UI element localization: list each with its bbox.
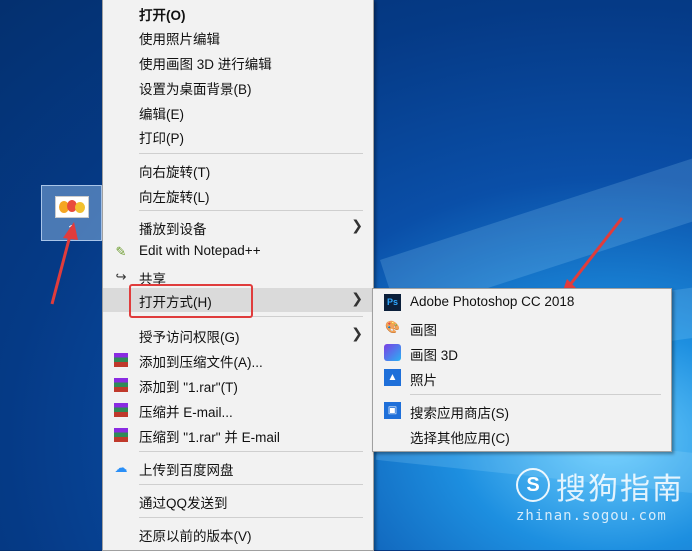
menu-item-label: 播放到设备 (139, 222, 207, 237)
submenu-item-choose-other[interactable]: 选择其他应用(C) (373, 424, 671, 448)
menu-item-compress-rar-email[interactable]: 压缩到 "1.rar" 并 E-mail (103, 423, 373, 447)
context-menu: 打开(O) 使用照片编辑 使用画图 3D 进行编辑 设置为桌面背景(B) 编辑(… (102, 0, 374, 551)
menu-item-label: 上传到百度网盘 (139, 463, 234, 478)
open-with-submenu: Ps Adobe Photoshop CC 2018 🎨 画图 画图 3D ▲ 照片 … (372, 288, 672, 452)
annotation-arrowhead-left (63, 222, 78, 240)
submenu-item-photoshop[interactable]: Ps Adobe Photoshop CC 2018 (373, 291, 671, 315)
menu-item-add-to-archive[interactable]: 添加到压缩文件(A)... (103, 348, 373, 372)
watermark-text: 搜狗指南 (556, 472, 684, 507)
menu-item-label: 使用照片编辑 (139, 32, 220, 47)
paint3d-icon (384, 344, 401, 361)
store-icon: ▣ (384, 402, 401, 419)
submenu-item-paint3d[interactable]: 画图 3D (373, 341, 671, 365)
menu-item-cast-to-device[interactable]: 播放到设备 ❯ (103, 215, 373, 239)
winrar-icon (114, 403, 128, 417)
menu-item-label: 压缩到 "1.rar" 并 E-mail (139, 430, 280, 445)
menu-item-label: 压缩并 E-mail... (139, 405, 233, 420)
submenu-item-label: 画图 (410, 323, 437, 338)
submenu-item-paint[interactable]: 🎨 画图 (373, 316, 671, 340)
chevron-right-icon: ❯ (351, 290, 363, 306)
menu-item-edit[interactable]: 编辑(E) (103, 100, 373, 124)
winrar-icon (114, 428, 128, 442)
menu-item-label: 使用画图 3D 进行编辑 (139, 57, 272, 72)
menu-item-send-via-qq[interactable]: 通过QQ发送到 (103, 489, 373, 513)
menu-item-label: 编辑(E) (139, 107, 184, 122)
annotation-arrow-left (50, 227, 74, 305)
submenu-item-search-store[interactable]: ▣ 搜索应用商店(S) (373, 399, 671, 423)
paint-icon: 🎨 (385, 320, 400, 334)
annotation-highlight-box (129, 284, 253, 318)
photos-icon: ▲ (384, 369, 401, 386)
menu-item-add-to-rar[interactable]: 添加到 "1.rar"(T) (103, 373, 373, 397)
menu-item-edit-notepadpp[interactable]: ✎ Edit with Notepad++ (103, 240, 373, 264)
menu-item-edit-with-photos[interactable]: 使用照片编辑 (103, 25, 373, 49)
menu-item-label: 添加到 "1.rar"(T) (139, 380, 238, 395)
submenu-item-label: 照片 (410, 373, 437, 388)
winrar-icon (114, 353, 128, 367)
menu-item-label: 打印(P) (139, 131, 184, 146)
menu-item-open[interactable]: 打开(O) (103, 1, 373, 25)
baidu-netdisk-icon: ☁ (114, 460, 128, 475)
submenu-item-label: 搜索应用商店(S) (410, 406, 509, 421)
menu-separator (139, 484, 363, 485)
sogou-logo-icon: S (516, 468, 550, 502)
menu-item-set-desktop-background[interactable]: 设置为桌面背景(B) (103, 75, 373, 99)
menu-item-restore-previous[interactable]: 还原以前的版本(V) (103, 522, 373, 546)
watermark-url: zhinan.sogou.com (516, 508, 667, 524)
menu-separator (410, 394, 661, 395)
chevron-right-icon: ❯ (351, 217, 363, 233)
menu-separator (139, 153, 363, 154)
menu-item-label: 向右旋转(T) (139, 165, 211, 180)
menu-item-compress-email[interactable]: 压缩并 E-mail... (103, 398, 373, 422)
photoshop-icon: Ps (384, 294, 401, 311)
menu-item-label: Edit with Notepad++ (139, 243, 261, 258)
menu-item-grant-access[interactable]: 授予访问权限(G) ❯ (103, 323, 373, 347)
menu-separator (139, 517, 363, 518)
menu-item-label: 通过QQ发送到 (139, 496, 228, 511)
menu-item-upload-baidu[interactable]: ☁ 上传到百度网盘 (103, 456, 373, 480)
menu-item-label: 向左旋转(L) (139, 190, 210, 205)
submenu-item-label: 选择其他应用(C) (410, 431, 510, 446)
annotation-arrow-right (564, 217, 624, 291)
submenu-item-label: 画图 3D (410, 348, 459, 363)
share-icon: ↪ (115, 269, 127, 284)
submenu-item-label: Adobe Photoshop CC 2018 (410, 294, 575, 309)
menu-item-edit-with-paint3d[interactable]: 使用画图 3D 进行编辑 (103, 50, 373, 74)
menu-item-label: 添加到压缩文件(A)... (139, 355, 263, 370)
chevron-right-icon: ❯ (351, 325, 363, 341)
menu-item-label: 打开(O) (139, 8, 186, 23)
menu-separator (139, 210, 363, 211)
menu-item-print[interactable]: 打印(P) (103, 124, 373, 148)
menu-separator (139, 451, 363, 452)
notepadpp-icon: ✎ (115, 244, 127, 259)
menu-item-label: 设置为桌面背景(B) (139, 82, 252, 97)
menu-item-rotate-left[interactable]: 向左旋转(L) (103, 183, 373, 207)
menu-item-rotate-right[interactable]: 向右旋转(T) (103, 158, 373, 182)
menu-item-label: 授予访问权限(G) (139, 330, 240, 345)
menu-item-label: 还原以前的版本(V) (139, 529, 252, 544)
winrar-icon (114, 378, 128, 392)
submenu-item-photos[interactable]: ▲ 照片 (373, 366, 671, 390)
